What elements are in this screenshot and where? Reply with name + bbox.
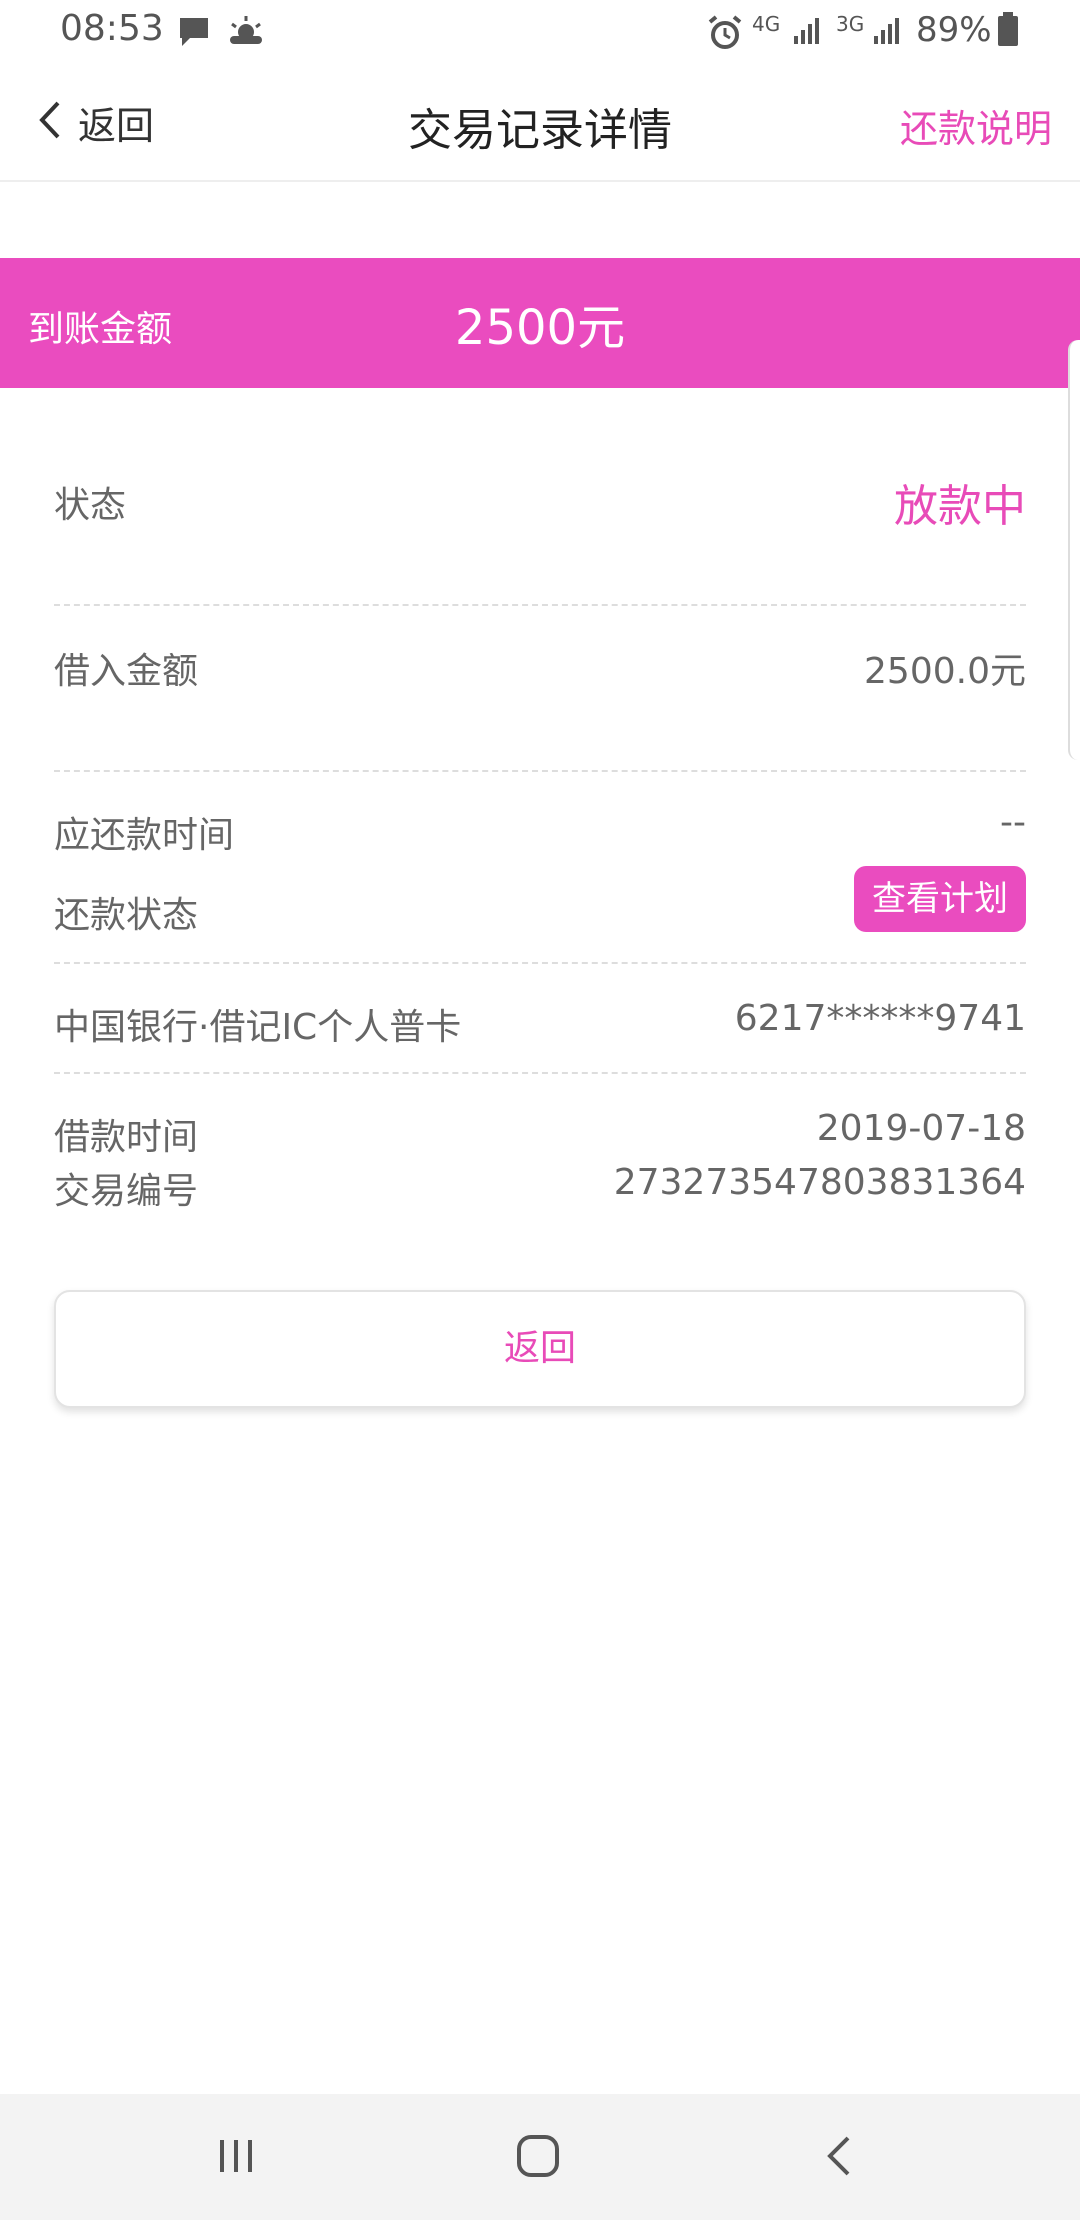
top-navigation-bar: 返回 交易记录详情 还款说明 [0,64,1080,182]
divider [54,1072,1026,1074]
divider [54,604,1026,606]
network-type-4g: 4G [752,12,781,36]
network-type-3g: 3G [836,12,865,36]
divider [54,770,1026,772]
battery-percent: 89% [916,10,992,50]
bank-card-number: 6217******9741 [734,998,1026,1039]
due-time-value: -- [1000,802,1026,843]
status-value: 放款中 [894,481,1026,532]
trade-number-value: 27327354780383136​4 [613,1162,1026,1203]
repay-status-label: 还款状态 [54,895,199,936]
return-button[interactable]: 返回 [54,1290,1026,1408]
message-icon [176,14,212,54]
back-icon[interactable] [800,2126,880,2186]
edge-panel-handle[interactable] [1068,340,1080,760]
battery-icon [996,12,1020,52]
status-time: 08:53 [60,8,164,49]
status-label: 状态 [54,485,127,526]
view-plan-button[interactable]: 查看计划 [854,866,1026,932]
divider [54,962,1026,964]
status-bar: 08:53 4G 3G 89% [0,0,1080,64]
home-icon[interactable] [498,2126,578,2186]
trade-number-label: 交易编号 [54,1171,199,1212]
recent-apps-icon[interactable] [196,2126,276,2186]
weather-icon [226,14,266,54]
loan-time-label: 借款时间 [54,1117,199,1158]
borrow-amount-label: 借入金额 [54,651,199,692]
alarm-icon [706,14,744,56]
due-time-label: 应还款时间 [54,815,235,856]
arrival-amount-value: 2500元 [454,300,626,356]
signal-icon [872,14,904,50]
arrival-amount-banner: 到账金额 2500元 [0,258,1080,388]
loan-time-value: 2019-07-18 [816,1108,1026,1149]
repayment-info-link[interactable]: 还款说明 [900,98,1052,153]
signal-icon [792,14,824,50]
borrow-amount-value: 2500.0元 [864,651,1026,692]
system-navigation-bar [0,2094,1080,2220]
bank-card-label: 中国银行·借记IC个人普卡 [54,1007,462,1048]
